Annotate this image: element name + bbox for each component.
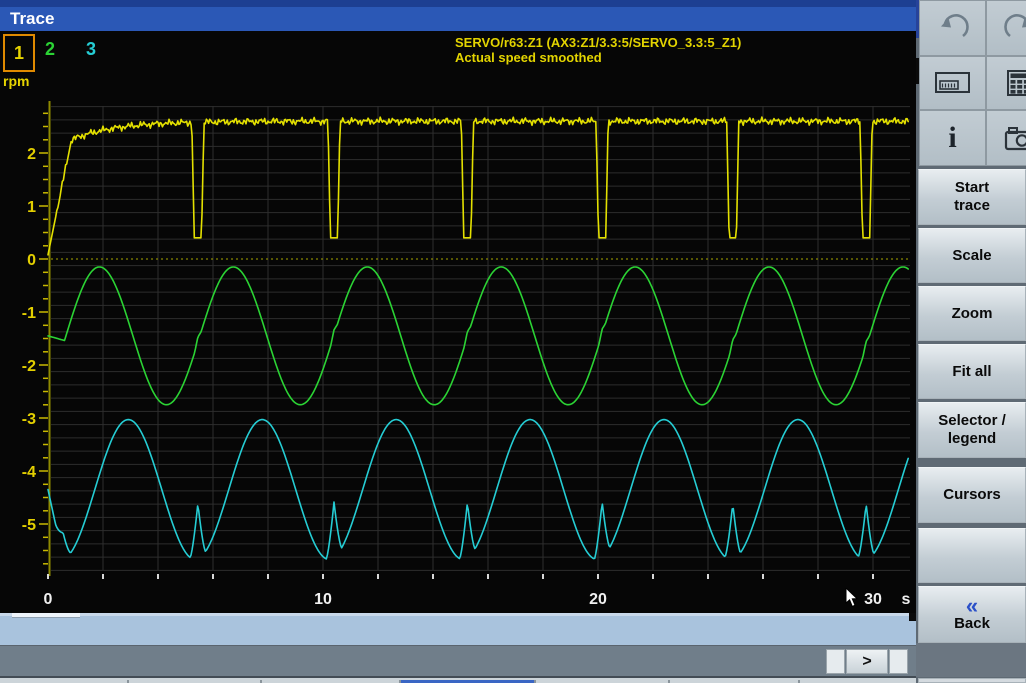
camera-icon [1004,127,1026,151]
svg-text:0: 0 [27,252,36,269]
softkey-label: Fit all [952,362,992,380]
keypad-icon [1006,70,1026,96]
softkey-sidebar: i Start trace Scale Zoom Fit all Selecto… [916,0,1026,683]
softkey-label: Cursors [943,486,1001,503]
svg-text:-2: -2 [22,358,36,375]
svg-text:20: 20 [589,591,607,608]
menu-expand-button[interactable]: > [846,649,888,674]
svg-text:30: 30 [864,591,882,608]
redo-button[interactable] [986,0,1026,56]
horizontal-scrollbar[interactable] [0,613,916,645]
keypad-button[interactable] [986,56,1026,110]
screenshot-button[interactable] [986,110,1026,166]
svg-text:-4: -4 [22,464,36,481]
undo-button[interactable] [919,0,986,56]
scrollbar-thumb[interactable] [12,613,80,618]
softkey-label: Back [954,614,990,632]
trace-plot: 210-1-2-3-4-50 10 20 30 s [22,101,911,608]
softkey-label: Start trace [954,179,990,214]
svg-text:-3: -3 [22,411,36,428]
window-title: Trace [0,7,916,31]
softkey-start-trace[interactable]: Start trace [918,169,1026,225]
svg-text:0: 0 [44,591,53,608]
sidebar-bottom-partial-button[interactable] [918,678,1026,683]
svg-text:1: 1 [27,199,36,216]
softkey-label: Scale [952,246,992,264]
softkey-fit-all[interactable]: Fit all [918,344,1026,399]
softkey-empty[interactable] [918,528,1026,583]
keyboard-icon [934,72,970,93]
scrollbar-edge [0,613,916,616]
softkey-selector-legend[interactable]: Selector / legend [918,402,1026,458]
info-icon: i [948,121,957,154]
softkey-cursors[interactable]: Cursors [918,467,1026,523]
svg-text:10: 10 [314,591,332,608]
softkey-zoom[interactable]: Zoom [918,286,1026,341]
expand-pad-left [826,649,845,674]
redo-icon [1003,14,1026,38]
svg-text:s: s [902,591,911,608]
softkey-label: Zoom [951,304,993,322]
plot-area: 1 2 3 rpm SERVO/r63:Z1 (AX3:Z1/3.3:5/SER… [0,31,916,613]
svg-text:-1: -1 [22,305,36,322]
back-chevron-icon: « [965,592,979,618]
sidebar-bottom-strip [916,643,1026,677]
bottom-softkey-row [0,676,1026,683]
softkey-scale[interactable]: Scale [918,228,1026,283]
svg-text:2: 2 [27,146,36,163]
mouse-pointer-icon [845,588,859,608]
undo-icon [940,14,969,38]
expand-pad-right [889,649,908,674]
info-button[interactable]: i [919,110,986,166]
bottom-bar: > [0,645,916,677]
virtual-keyboard-button[interactable] [919,56,986,110]
softkey-label: Selector / legend [938,412,1006,447]
trace-screen: Trace 1 2 3 rpm SERVO/r63:Z1 (AX3:Z1/3.3… [0,0,1026,683]
softkey-back[interactable]: « Back [918,586,1026,643]
scrollbar-end-handle[interactable] [909,613,916,621]
svg-text:-5: -5 [22,517,36,534]
menu-expand-group: > [826,649,908,674]
titlebar-shadow [0,0,916,7]
